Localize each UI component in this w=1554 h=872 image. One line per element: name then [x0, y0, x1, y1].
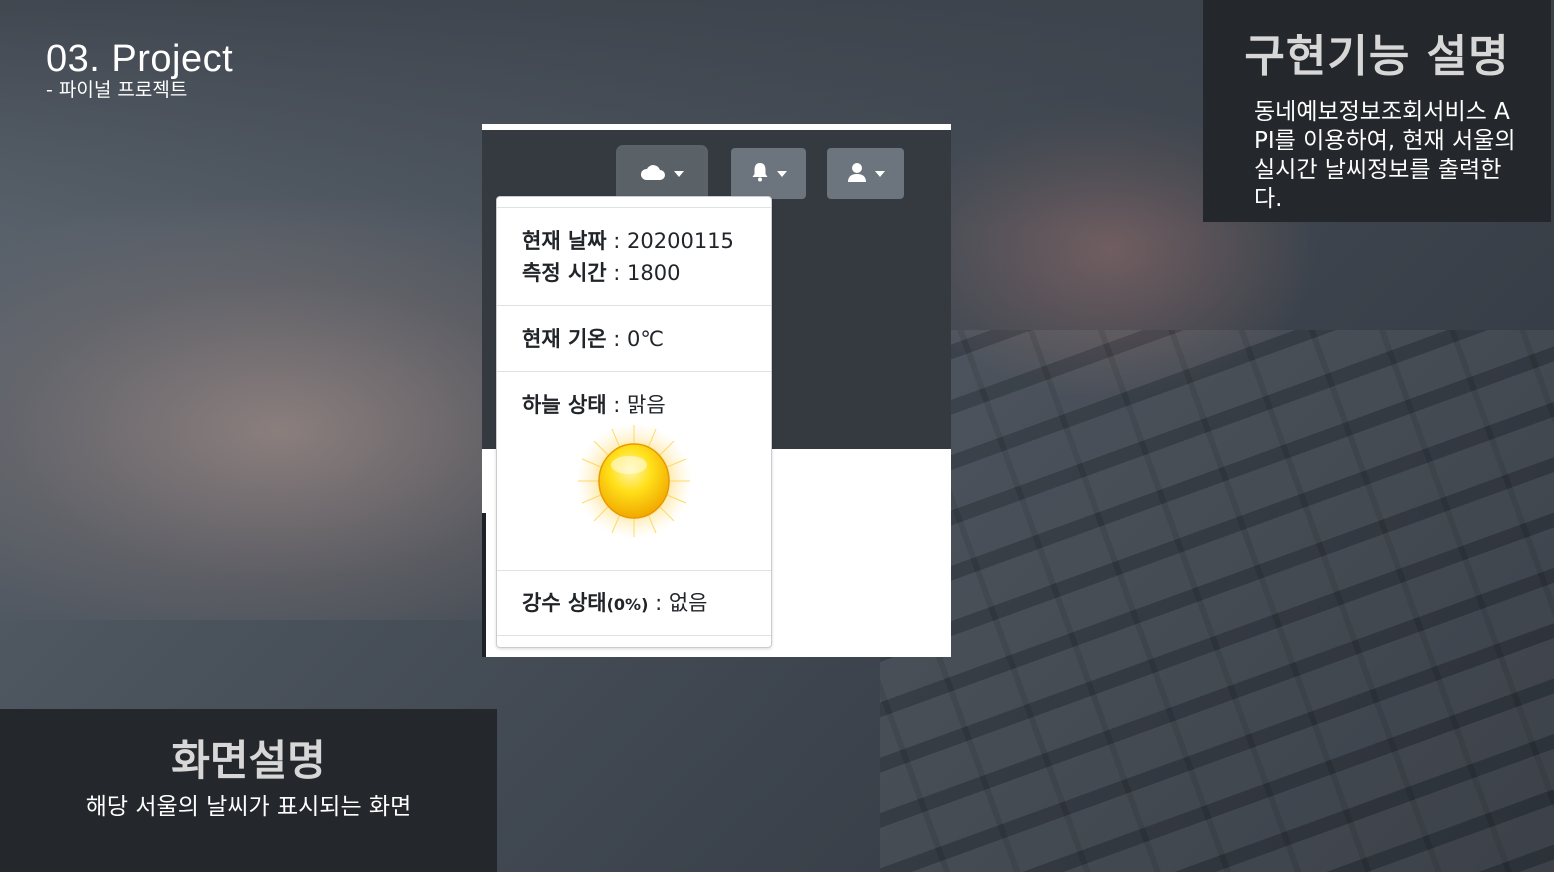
time-value: 1800: [627, 261, 681, 285]
chevron-down-icon: [874, 170, 885, 177]
date-time-item[interactable]: 현재 날짜 : 20200115 측정 시간 : 1800: [497, 225, 771, 289]
date-row: 현재 날짜 : 20200115: [522, 229, 734, 253]
precipitation-item[interactable]: 강수 상태(0%) : 없음: [497, 587, 771, 621]
bell-icon: [751, 162, 769, 186]
cloud-icon: [640, 163, 666, 185]
precipitation-percent: (0%): [606, 595, 649, 614]
sky-item[interactable]: 하늘 상태 : 맑음: [497, 389, 771, 421]
chevron-down-icon: [674, 170, 684, 177]
user-icon: [847, 162, 867, 186]
temperature-item[interactable]: 현재 기온 : 0℃: [497, 323, 771, 355]
screen-panel-description: 해당 서울의 날씨가 표시되는 화면: [85, 794, 412, 820]
weather-dropdown-button[interactable]: [619, 148, 705, 199]
sky-value: 맑음: [627, 393, 666, 417]
time-label: 측정 시간: [522, 261, 607, 285]
chevron-down-icon: [776, 170, 787, 177]
temperature-value: 0℃: [627, 327, 664, 351]
precipitation-value: 없음: [668, 591, 708, 615]
precipitation-label: 강수 상태: [522, 591, 607, 615]
user-menu-button[interactable]: [827, 148, 904, 199]
temperature-label: 현재 기온: [522, 327, 607, 351]
time-row: 측정 시간 : 1800: [522, 261, 681, 285]
screen-panel-title: 화면설명: [171, 736, 326, 785]
feature-panel-description: 동네예보정보조회서비스 API를 이용하여, 현재 서울의 실시간 날씨정보를 …: [1254, 99, 1516, 212]
feature-description-panel: 구현기능 설명 동네예보정보조회서비스 API를 이용하여, 현재 서울의 실시…: [1203, 0, 1551, 222]
app-screenshot: 현재 날짜 : 20200115 측정 시간 : 1800 현재 기온 : 0℃…: [482, 124, 951, 657]
notifications-button[interactable]: [731, 148, 806, 199]
weather-dropdown-menu: 현재 날짜 : 20200115 측정 시간 : 1800 현재 기온 : 0℃…: [496, 196, 772, 648]
slide-title-block: 03. Project - 파이널 프로젝트: [46, 36, 233, 101]
screen-description-panel: 화면설명 해당 서울의 날씨가 표시되는 화면: [0, 709, 497, 872]
sky-label: 하늘 상태: [522, 393, 607, 417]
date-label: 현재 날짜: [522, 229, 607, 253]
feature-panel-title: 구현기능 설명: [1244, 31, 1510, 82]
slide-title: 03. Project: [46, 38, 234, 80]
sun-icon: [574, 421, 694, 541]
slide-subtitle: - 파이널 프로젝트: [46, 79, 188, 101]
date-value: 20200115: [627, 229, 734, 253]
